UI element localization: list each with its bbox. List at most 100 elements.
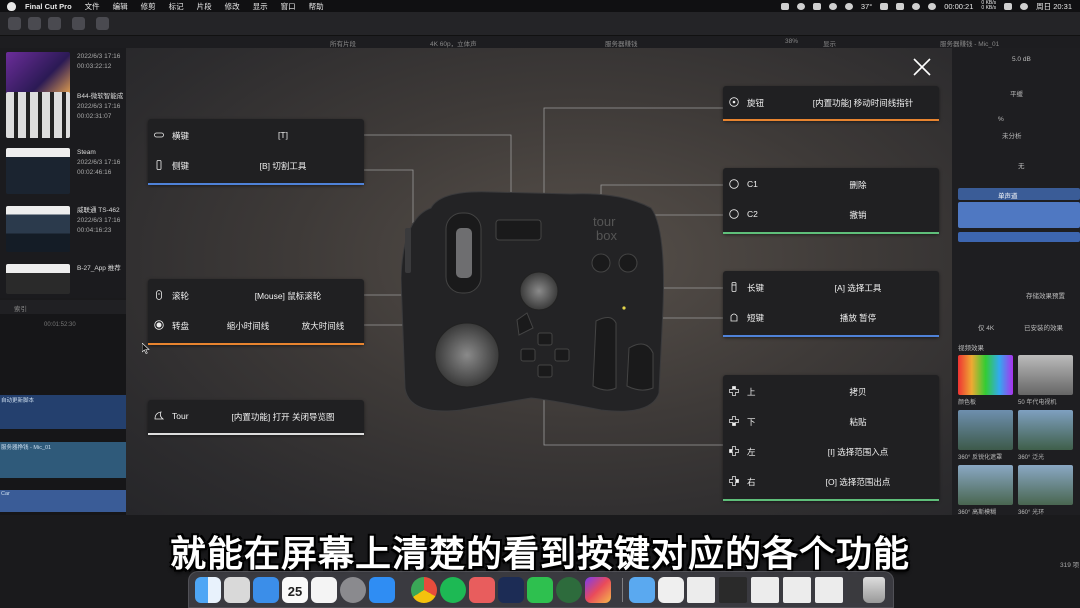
effect-thumbnail[interactable] bbox=[958, 410, 1013, 450]
browser-filter[interactable]: 所有片段 bbox=[330, 38, 356, 48]
filter-4k[interactable]: 仅 4K bbox=[978, 322, 994, 332]
mapping-row-knob[interactable]: 旋钮 [内置功能] 移动时间线指针 bbox=[723, 87, 939, 117]
import-icon[interactable] bbox=[72, 17, 85, 30]
channel-selector[interactable]: 单声道 bbox=[958, 188, 1080, 200]
wechat-status-icon[interactable] bbox=[796, 2, 805, 10]
short-key[interactable] bbox=[626, 343, 654, 391]
mapping-row-dpad-left[interactable]: 左 [I] 选择范围入点 bbox=[723, 436, 939, 466]
audio-channel-clip-2[interactable] bbox=[958, 232, 1080, 242]
calendar-icon[interactable]: 25 bbox=[282, 577, 308, 603]
flag-icon[interactable] bbox=[812, 2, 821, 10]
minimized-window-5[interactable] bbox=[815, 577, 843, 603]
folder-icon[interactable] bbox=[629, 577, 655, 603]
vpn-icon[interactable] bbox=[844, 2, 853, 10]
app-store-icon[interactable] bbox=[369, 577, 395, 603]
timeline-track[interactable]: 自动更新脚本 bbox=[0, 395, 126, 429]
library-toggle-icon[interactable] bbox=[8, 17, 21, 30]
mapping-row-horizontal-key[interactable]: 横键 [T] bbox=[148, 120, 364, 150]
mapping-row-dpad-down[interactable]: 下 粘贴 bbox=[723, 406, 939, 436]
none-value[interactable]: 无 bbox=[1018, 160, 1025, 170]
launchpad-icon[interactable] bbox=[224, 577, 250, 603]
timeline-track[interactable]: Car bbox=[0, 490, 126, 512]
system-preferences-icon[interactable] bbox=[340, 577, 366, 603]
effect-thumbnail[interactable] bbox=[958, 355, 1013, 395]
titles-toggle-icon[interactable] bbox=[48, 17, 61, 30]
final-cut-pro-icon[interactable] bbox=[585, 577, 611, 603]
minimized-window-2[interactable] bbox=[719, 577, 747, 603]
scroll-wheel[interactable] bbox=[456, 228, 472, 278]
menu-trim[interactable]: 修剪 bbox=[141, 1, 156, 12]
view-menu[interactable]: 显示 bbox=[823, 38, 836, 48]
recording-status-icon[interactable] bbox=[928, 2, 937, 10]
finder-icon[interactable] bbox=[195, 577, 221, 603]
mapping-row-dial[interactable]: 转盘 缩小时间线 放大时间线 bbox=[148, 310, 364, 340]
horizontal-key[interactable] bbox=[495, 219, 542, 241]
mail-icon[interactable] bbox=[253, 577, 279, 603]
zoom-level[interactable]: 38% bbox=[785, 38, 798, 45]
background-tasks-icon[interactable] bbox=[96, 17, 109, 30]
photos-toggle-icon[interactable] bbox=[28, 17, 41, 30]
clip-item[interactable]: 威联通 TS-462 2022/6/3 17:16 00:04:16:23 bbox=[0, 202, 126, 260]
battery-icon[interactable] bbox=[880, 2, 889, 10]
menu-clip[interactable]: 片段 bbox=[197, 1, 212, 12]
wechat-icon[interactable] bbox=[527, 577, 553, 603]
menu-mark[interactable]: 标记 bbox=[169, 1, 184, 12]
menu-modify[interactable]: 修改 bbox=[225, 1, 240, 12]
menu-edit[interactable]: 编辑 bbox=[113, 1, 128, 12]
effect-label: 颜色板 bbox=[958, 400, 977, 406]
long-key[interactable] bbox=[592, 317, 617, 391]
mapping-row-c2[interactable]: C2 撤销 bbox=[723, 199, 939, 229]
control-center-icon[interactable] bbox=[1004, 2, 1013, 10]
mapping-row-side-key[interactable]: 侧键 [B] 切割工具 bbox=[148, 150, 364, 180]
mapping-row-dpad-up[interactable]: 上 拷贝 bbox=[723, 376, 939, 406]
bluetooth-icon[interactable] bbox=[912, 2, 921, 10]
mindnode-icon[interactable] bbox=[556, 577, 582, 603]
wifi-icon[interactable] bbox=[896, 2, 905, 10]
siri-icon[interactable] bbox=[1020, 2, 1029, 10]
mapping-row-c1[interactable]: C1 删除 bbox=[723, 169, 939, 199]
close-icon[interactable] bbox=[911, 56, 933, 78]
c1-button[interactable] bbox=[591, 253, 611, 273]
minimized-window-4[interactable] bbox=[783, 577, 811, 603]
effects-category[interactable]: 视频效果 bbox=[958, 342, 984, 352]
trash-icon[interactable] bbox=[863, 577, 885, 603]
menu-window[interactable]: 窗口 bbox=[281, 1, 296, 12]
mapping-row-long-key[interactable]: 长键 [A] 选择工具 bbox=[723, 272, 939, 302]
chrome-icon[interactable] bbox=[411, 577, 437, 603]
audio-channel-clip[interactable] bbox=[958, 202, 1080, 228]
quicktime-icon[interactable] bbox=[498, 577, 524, 603]
effect-thumbnail[interactable] bbox=[1018, 465, 1073, 505]
minimized-window-1[interactable] bbox=[687, 577, 715, 603]
effect-thumbnail[interactable] bbox=[958, 465, 1013, 505]
mapping-row-scroll-wheel[interactable]: 滚轮 [Mouse] 鼠标滚轮 bbox=[148, 280, 364, 310]
preview-icon[interactable] bbox=[658, 577, 684, 603]
installed-effects[interactable]: 已安装的效果 bbox=[1024, 322, 1063, 332]
cloud-icon[interactable] bbox=[828, 2, 837, 10]
menu-app-name[interactable]: Final Cut Pro bbox=[25, 2, 72, 11]
clip-item[interactable]: B44-微软智能成 ver2.0 2022/6/3 17:16 00:02:31:0… bbox=[0, 88, 126, 146]
clip-item[interactable]: Steam 2022/6/3 17:16 00:02:46:16 bbox=[0, 144, 126, 202]
timeline-index-button[interactable]: 索引 bbox=[14, 303, 27, 313]
c2-button[interactable] bbox=[618, 253, 638, 273]
menu-help[interactable]: 帮助 bbox=[309, 1, 324, 12]
menu-view[interactable]: 显示 bbox=[253, 1, 268, 12]
knob[interactable] bbox=[519, 271, 559, 311]
effect-thumbnail[interactable] bbox=[1018, 410, 1073, 450]
timeline-track[interactable]: 服务器挣钱 - Mic_01 bbox=[0, 442, 126, 478]
side-key[interactable] bbox=[405, 228, 411, 273]
volume-value[interactable]: 5.0 dB bbox=[1012, 56, 1031, 63]
mapping-row-short-key[interactable]: 短键 播放 暂停 bbox=[723, 302, 939, 332]
mapping-row-dpad-right[interactable]: 右 [O] 选择范围出点 bbox=[723, 466, 939, 496]
minimized-window-3[interactable] bbox=[751, 577, 779, 603]
pan-mode[interactable]: 平缓 bbox=[1010, 88, 1023, 98]
paw-icon[interactable] bbox=[469, 577, 495, 603]
spotify-icon[interactable] bbox=[440, 577, 466, 603]
save-preset-button[interactable]: 存储效果预置 bbox=[1026, 290, 1065, 300]
reminders-icon[interactable] bbox=[311, 577, 337, 603]
menu-file[interactable]: 文件 bbox=[85, 1, 100, 12]
mapping-row-tour[interactable]: Tour [内置功能] 打开 关闭导览图 bbox=[148, 401, 364, 431]
dial[interactable] bbox=[434, 322, 500, 388]
paste-icon[interactable] bbox=[780, 2, 789, 10]
effect-thumbnail[interactable] bbox=[1018, 355, 1073, 395]
apple-logo-icon[interactable] bbox=[7, 1, 16, 11]
